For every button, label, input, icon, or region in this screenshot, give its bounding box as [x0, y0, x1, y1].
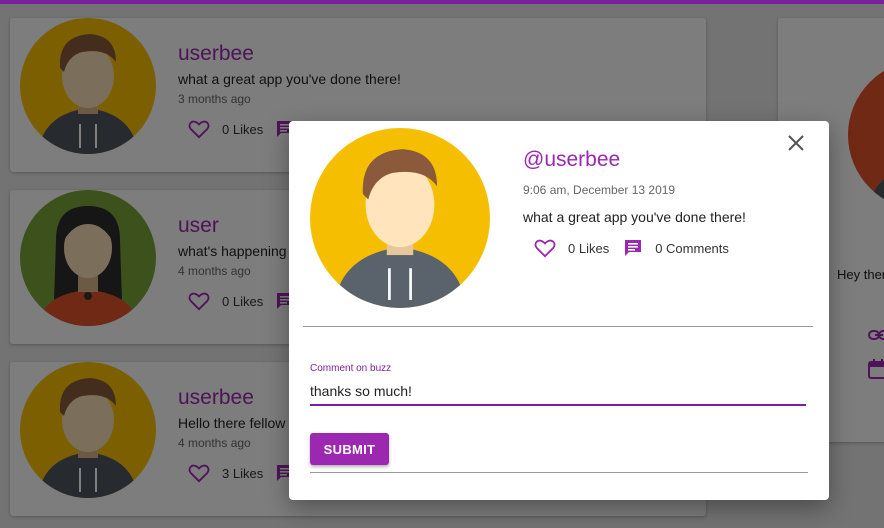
close-icon[interactable]: [786, 133, 806, 153]
submit-button[interactable]: SUBMIT: [310, 433, 389, 465]
comments-count: 0 Comments: [655, 240, 729, 256]
dialog-timestamp: 9:06 am, December 13 2019: [523, 183, 676, 197]
boy-hoodie-avatar-icon: [310, 128, 490, 308]
comment-icon[interactable]: [623, 238, 643, 258]
dialog-username[interactable]: @userbee: [523, 148, 620, 172]
dialog-message: what a great app you've done there!: [523, 209, 746, 225]
comment-input[interactable]: [310, 378, 806, 406]
heart-icon[interactable]: [534, 238, 556, 258]
buzz-dialog: @userbee 9:06 am, December 13 2019 what …: [289, 121, 829, 500]
dialog-divider: [303, 326, 813, 327]
comment-field-label: Comment on buzz: [310, 363, 392, 374]
likes-count: 0 Likes: [568, 240, 610, 256]
dialog-avatar: [310, 128, 490, 308]
dialog-actions: 0 Likes 0 Comments: [534, 238, 729, 258]
dialog-bottom-divider: [310, 472, 808, 473]
